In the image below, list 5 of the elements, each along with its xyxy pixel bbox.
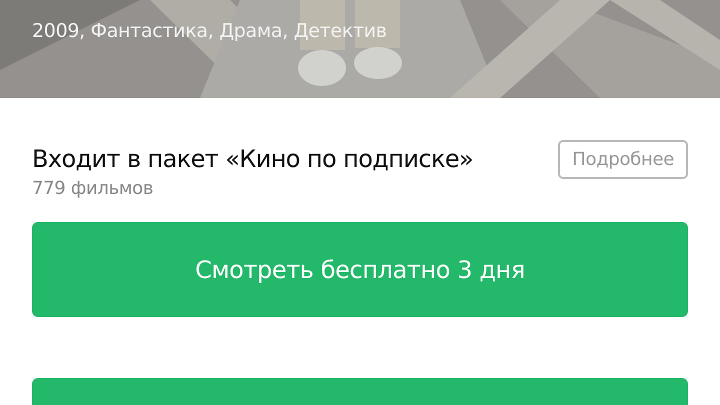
film-count: 779 фильмов	[32, 178, 154, 199]
movie-info: 2009, Фантастика, Драма, Детектив	[32, 20, 387, 42]
package-title: Входит в пакет «Кино по подписке»	[32, 144, 474, 174]
watch-free-button[interactable]: Смотреть бесплатно 3 дня	[32, 222, 688, 317]
more-button[interactable]: Подробнее	[558, 140, 688, 179]
